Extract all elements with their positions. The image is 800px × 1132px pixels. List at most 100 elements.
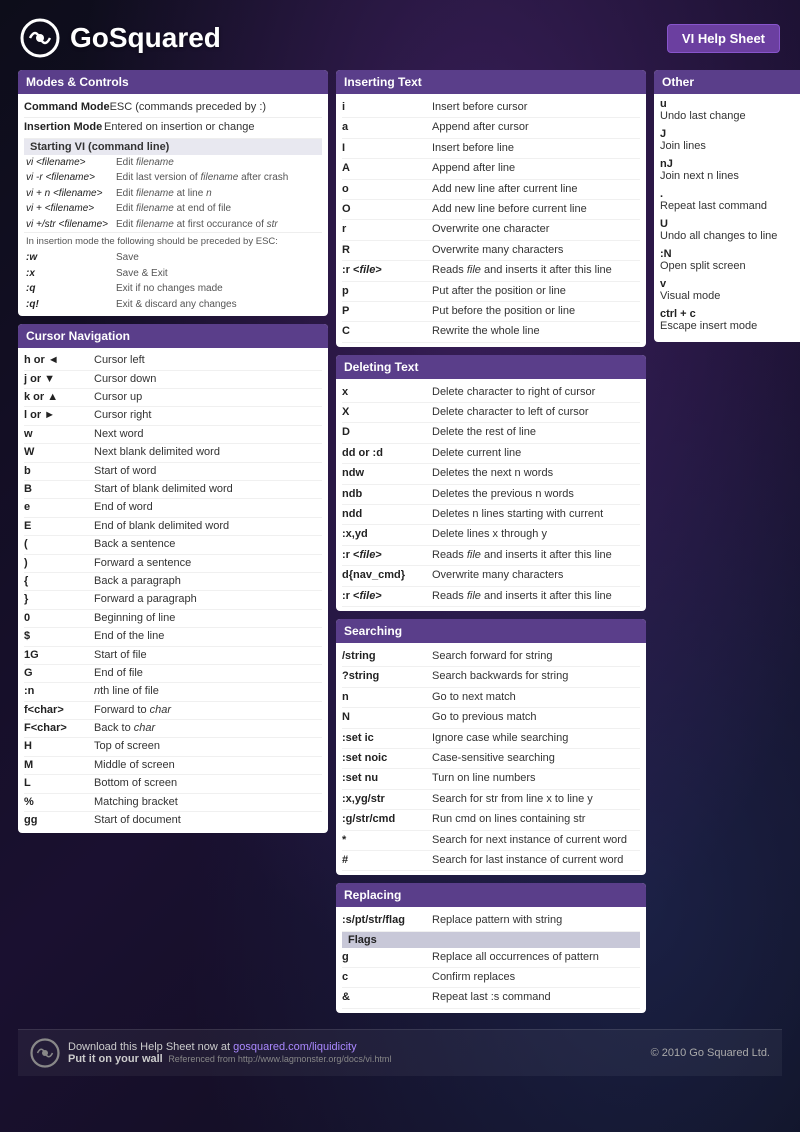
list-item: N Go to previous match xyxy=(342,708,640,728)
insert-cmd-desc: Insert before cursor xyxy=(432,100,527,115)
save-cmd-desc: Save xyxy=(116,251,139,265)
other-section: u Undo last change xyxy=(660,98,800,122)
insert-cmd-key: i xyxy=(342,100,432,115)
nav-cmd-key: 1G xyxy=(24,648,94,663)
insert-cmd-key: C xyxy=(342,324,432,339)
other-cmd-desc: Open split screen xyxy=(660,260,800,272)
cmd-desc: Entered on insertion or change xyxy=(104,120,254,135)
footer: Download this Help Sheet now at gosquare… xyxy=(18,1029,782,1076)
list-item: :r <file> Reads file and inserts it afte… xyxy=(342,587,640,607)
cmd-key: Insertion Mode xyxy=(24,120,104,135)
cursor-nav-header: Cursor Navigation xyxy=(18,324,328,348)
cursor-nav-body: h or ◄ Cursor left j or ▼ Cursor down k … xyxy=(18,348,328,833)
replace-cmd-key: :s/pt/str/flag xyxy=(342,913,432,928)
insert-cmd-desc: Put before the position or line xyxy=(432,304,575,319)
other-cmd-key: u xyxy=(660,98,800,110)
search-cmd-desc: Case-sensitive searching xyxy=(432,751,555,766)
list-item: O Add new line before current line xyxy=(342,200,640,220)
nav-cmd-desc: Forward a sentence xyxy=(94,556,191,571)
delete-cmd-key: ndw xyxy=(342,466,432,481)
delete-cmd-desc: Reads file and inserts it after this lin… xyxy=(432,589,612,604)
list-item: :s/pt/str/flag Replace pattern with stri… xyxy=(342,911,640,931)
nav-cmd-desc: End of file xyxy=(94,666,143,681)
col-left: Modes & Controls Command Mode ESC (comma… xyxy=(18,70,328,1021)
vi-badge: VI Help Sheet xyxy=(667,24,780,53)
cmd-key: Command Mode xyxy=(24,100,110,115)
starting-vi-header: Starting VI (command line) xyxy=(24,139,322,155)
other-cmd-key: J xyxy=(660,128,800,140)
replacing-card: Replacing :s/pt/str/flag Replace pattern… xyxy=(336,883,646,1013)
list-item: L Bottom of screen xyxy=(24,775,322,793)
list-item: gg Start of document xyxy=(24,812,322,829)
search-cmd-key: :set nu xyxy=(342,771,432,786)
list-item: A Append after line xyxy=(342,159,640,179)
insertion-note: In insertion mode the following should b… xyxy=(24,232,322,250)
list-item: :x,yd Delete lines x through y xyxy=(342,525,640,545)
list-item: ?string Search backwards for string xyxy=(342,667,640,687)
other-header: Other xyxy=(654,70,800,94)
list-item: x Delete character to right of cursor xyxy=(342,383,640,403)
list-item: k or ▲ Cursor up xyxy=(24,389,322,407)
list-item: $ End of the line xyxy=(24,628,322,646)
search-cmd-key: * xyxy=(342,833,432,848)
footer-text-block: Download this Help Sheet now at gosquare… xyxy=(68,1041,391,1065)
cursor-nav-card: Cursor Navigation h or ◄ Cursor left j o… xyxy=(18,324,328,833)
other-section: v Visual mode xyxy=(660,278,800,302)
footer-copyright: © 2010 Go Squared Ltd. xyxy=(651,1047,770,1059)
list-item: o Add new line after current line xyxy=(342,180,640,200)
nav-cmd-desc: Next word xyxy=(94,427,144,442)
vi-cmd-key: vi + n <filename> xyxy=(26,187,116,201)
save-cmd-key: :x xyxy=(26,267,116,281)
nav-cmd-key: B xyxy=(24,482,94,497)
list-item: f<char> Forward to char xyxy=(24,702,322,720)
list-item: w Next word xyxy=(24,426,322,444)
search-cmd-desc: Ignore case while searching xyxy=(432,731,568,746)
nav-cmd-key: H xyxy=(24,739,94,754)
other-cmd-desc: Repeat last command xyxy=(660,200,800,212)
other-cmd-desc: Undo last change xyxy=(660,110,800,122)
list-item: Command Mode ESC (commands preceded by :… xyxy=(24,98,322,118)
nav-cmd-key: E xyxy=(24,519,94,534)
delete-cmd-desc: Delete character to left of cursor xyxy=(432,405,589,420)
list-item: :q! Exit & discard any changes xyxy=(24,297,322,313)
insert-cmd-key: I xyxy=(342,141,432,156)
logo-text: GoSquared xyxy=(70,22,221,54)
list-item: :r <file> Reads file and inserts it afte… xyxy=(342,261,640,281)
delete-cmd-desc: Delete the rest of line xyxy=(432,425,536,440)
list-item: F<char> Back to char xyxy=(24,720,322,738)
delete-cmd-desc: Delete lines x through y xyxy=(432,527,547,542)
nav-cmd-key: :n xyxy=(24,684,94,699)
nav-cmd-desc: Forward a paragraph xyxy=(94,592,197,607)
searching-body: /string Search forward for string ?strin… xyxy=(336,643,646,875)
delete-cmd-key: dd or :d xyxy=(342,446,432,461)
insert-cmd-key: O xyxy=(342,202,432,217)
list-item: :q Exit if no changes made xyxy=(24,281,322,297)
list-item: dd or :d Delete current line xyxy=(342,444,640,464)
replacing-header: Replacing xyxy=(336,883,646,907)
list-item: % Matching bracket xyxy=(24,794,322,812)
footer-link[interactable]: gosquared.com/liquidicity xyxy=(233,1041,357,1053)
insert-cmd-desc: Put after the position or line xyxy=(432,284,566,299)
insert-cmd-key: p xyxy=(342,284,432,299)
save-cmd-key: :q! xyxy=(26,298,116,312)
search-cmd-desc: Go to previous match xyxy=(432,710,537,725)
nav-cmd-desc: Cursor left xyxy=(94,353,145,368)
delete-cmd-desc: Deletes the previous n words xyxy=(432,487,574,502)
cmd-desc: ESC (commands preceded by :) xyxy=(110,100,267,115)
nav-cmd-key: L xyxy=(24,776,94,791)
list-item: :n nth line of file xyxy=(24,683,322,701)
list-item: /string Search forward for string xyxy=(342,647,640,667)
insert-cmd-desc: Overwrite many characters xyxy=(432,243,563,258)
nav-cmd-desc: Back a sentence xyxy=(94,537,175,552)
deleting-text-header: Deleting Text xyxy=(336,355,646,379)
delete-cmd-desc: Delete character to right of cursor xyxy=(432,385,595,400)
nav-cmd-key: k or ▲ xyxy=(24,390,94,405)
inserting-text-card: Inserting Text i Insert before cursor a … xyxy=(336,70,646,347)
other-cmd-key: ctrl + c xyxy=(660,308,800,320)
nav-cmd-key: b xyxy=(24,464,94,479)
insert-cmd-desc: Rewrite the whole line xyxy=(432,324,540,339)
nav-cmd-desc: End of word xyxy=(94,500,153,515)
nav-cmd-key: F<char> xyxy=(24,721,94,736)
list-item: H Top of screen xyxy=(24,738,322,756)
list-item: j or ▼ Cursor down xyxy=(24,371,322,389)
